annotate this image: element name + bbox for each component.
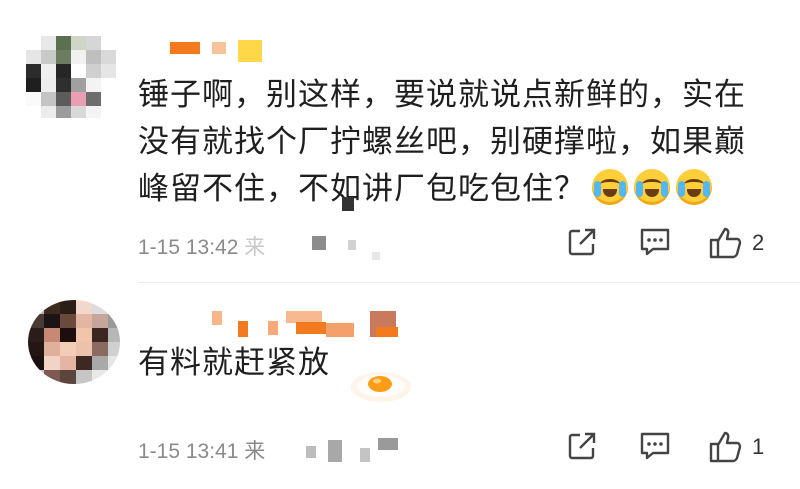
- mosaic-block: [328, 440, 342, 462]
- comment-meta: 1-15 13:41 来: [138, 435, 265, 465]
- mosaic-block: [296, 322, 326, 334]
- like-button[interactable]: 1: [708, 430, 764, 464]
- mosaic-block: [378, 438, 398, 450]
- comment-item: 有料就赶紧放 1-15 13:41 来 1: [0, 0, 800, 489]
- comment-source: 来: [244, 440, 266, 463]
- comment-time: 1-15 13:41: [138, 440, 239, 463]
- avatar[interactable]: [28, 300, 120, 384]
- mosaic-block: [306, 446, 316, 458]
- mosaic-block: [376, 327, 398, 337]
- share-button[interactable]: [566, 430, 598, 462]
- reply-button[interactable]: [638, 430, 672, 462]
- thumbs-up-icon: [709, 431, 742, 463]
- comment-text: 有料就赶紧放: [138, 340, 330, 387]
- share-icon: [568, 432, 596, 460]
- comment-line: 有料就赶紧放: [138, 345, 330, 381]
- mosaic-block: [360, 448, 370, 462]
- comment-icon: [640, 432, 670, 460]
- fried-egg-icon: [351, 372, 411, 402]
- like-count: 1: [752, 434, 765, 459]
